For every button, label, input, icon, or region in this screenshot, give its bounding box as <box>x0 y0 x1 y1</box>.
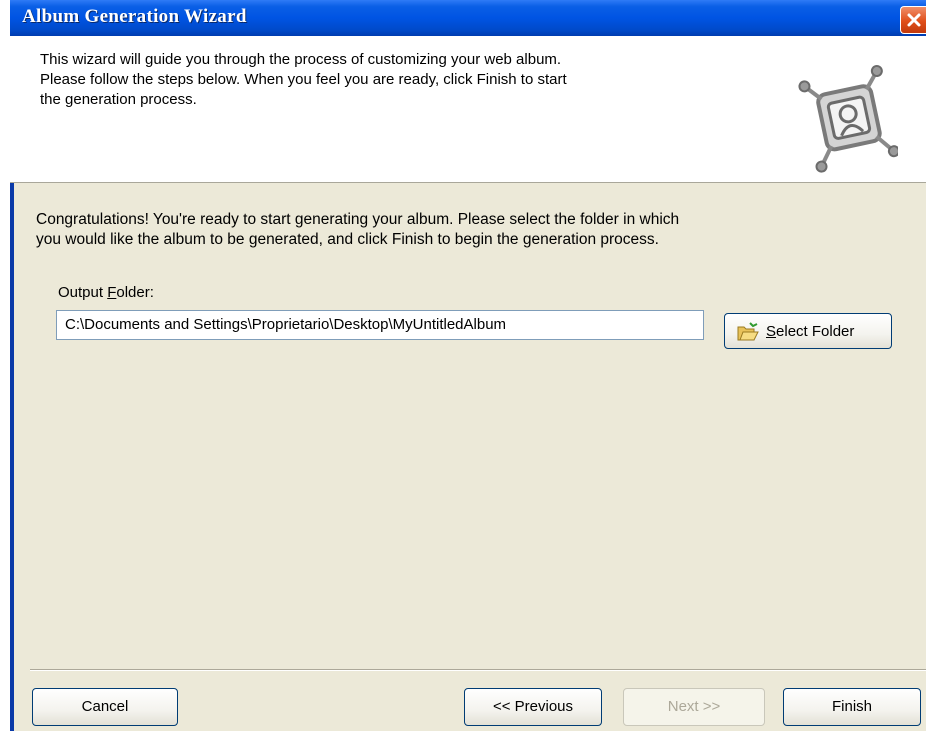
button-mnemonic: S <box>766 323 777 340</box>
select-folder-label: Select Folder <box>766 323 854 340</box>
close-button[interactable] <box>900 6 926 34</box>
label-text: Output <box>58 284 108 301</box>
close-icon <box>907 13 921 27</box>
description-line: This wizard will guide you through the p… <box>40 51 562 68</box>
description-line: Please follow the steps below. When you … <box>40 71 567 88</box>
footer-divider <box>30 669 926 671</box>
output-folder-label: Output Folder: <box>58 284 154 301</box>
album-logo-icon <box>798 64 898 173</box>
finish-button[interactable]: Finish <box>783 688 921 726</box>
wizard-description: This wizard will guide you through the p… <box>40 50 780 110</box>
description-line: the generation process. <box>40 91 197 108</box>
button-label-text: elect Folder <box>776 323 855 340</box>
previous-button[interactable]: << Previous <box>464 688 602 726</box>
message-line: Congratulations! You're ready to start g… <box>36 211 680 228</box>
next-button[interactable]: Next >> <box>623 688 765 726</box>
label-text: older: <box>116 284 154 301</box>
title-bar[interactable]: Album Generation Wizard <box>10 0 926 36</box>
window-title: Album Generation Wizard <box>22 6 247 27</box>
output-folder-input[interactable]: C:\Documents and Settings\Proprietario\D… <box>56 310 704 340</box>
wizard-window: Album Generation Wizard This wizard will… <box>10 0 926 731</box>
wizard-header: This wizard will guide you through the p… <box>10 36 926 183</box>
message-line: you would like the album to be generated… <box>36 231 659 248</box>
open-folder-icon <box>737 322 759 341</box>
ready-message: Congratulations! You're ready to start g… <box>36 210 906 250</box>
select-folder-button[interactable]: Select Folder <box>724 313 892 349</box>
label-mnemonic: F <box>107 284 117 301</box>
cancel-button[interactable]: Cancel <box>32 688 178 726</box>
